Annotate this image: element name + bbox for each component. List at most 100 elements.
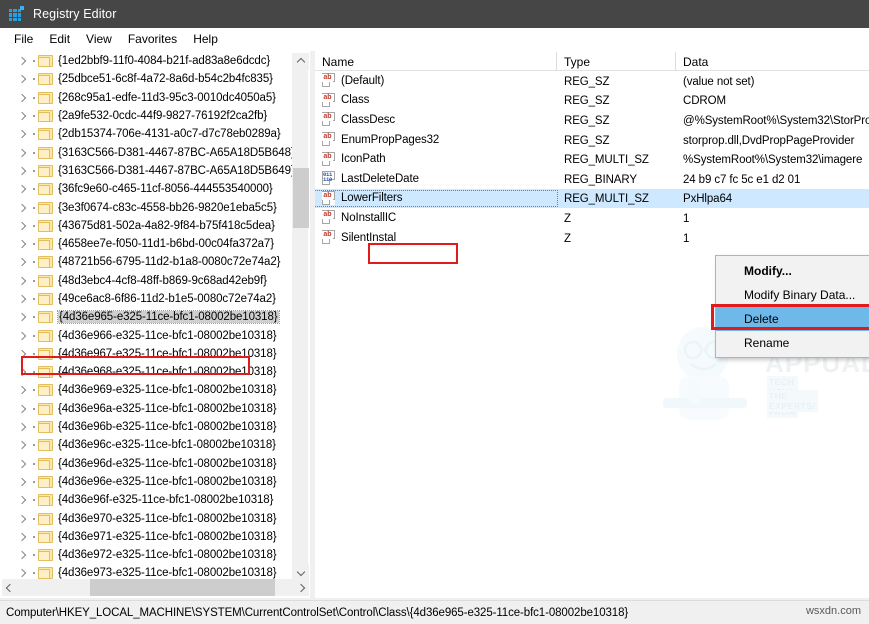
value-data-text: CDROM (683, 95, 726, 107)
chevron-right-icon[interactable] (15, 200, 31, 216)
chevron-right-icon[interactable] (15, 309, 31, 325)
chevron-right-icon[interactable] (15, 401, 31, 417)
chevron-right-icon[interactable] (15, 254, 31, 270)
scroll-right-icon[interactable] (294, 579, 310, 596)
folder-icon (38, 566, 54, 580)
tree-item[interactable]: {4d36e96a-e325-11ce-bfc1-08002be10318} (1, 400, 295, 418)
value-row[interactable]: 011110LastDeleteDateREG_BINARY24 b9 c7 f… (315, 169, 869, 189)
tree-item[interactable]: {268c95a1-edfe-11d3-95c3-0010dc4050a5} (1, 89, 295, 107)
tree-item[interactable]: {48d3ebc4-4cf8-48ff-b869-9c68ad42eb9f} (1, 272, 295, 290)
tree-item[interactable]: {36fc9e60-c465-11cf-8056-444553540000} (1, 180, 295, 198)
chevron-right-icon[interactable] (15, 328, 31, 344)
tree-item[interactable]: {4d36e96c-e325-11ce-bfc1-08002be10318} (1, 436, 295, 454)
value-row[interactable]: abClassDescREG_SZ@%SystemRoot%\System32\… (315, 110, 869, 130)
tree-connector-dots (31, 309, 38, 325)
tree-item[interactable]: {4d36e96f-e325-11ce-bfc1-08002be10318} (1, 491, 295, 509)
tree-item[interactable]: {4d36e967-e325-11ce-bfc1-08002be10318} (1, 345, 295, 363)
value-name-text: IconPath (341, 153, 386, 165)
tree-item[interactable]: {4d36e966-e325-11ce-bfc1-08002be10318} (1, 326, 295, 344)
chevron-right-icon[interactable] (15, 126, 31, 142)
chevron-right-icon[interactable] (15, 511, 31, 527)
tree-item-label: {1ed2bbf9-11f0-4084-b21f-ad83a8e6dcdc} (58, 55, 270, 67)
tree-item[interactable]: {48721b56-6795-11d2-b1a8-0080c72e74a2} (1, 253, 295, 271)
chevron-right-icon[interactable] (15, 456, 31, 472)
context-menu-item-modify[interactable]: Modify... (716, 259, 869, 283)
chevron-right-icon[interactable] (15, 218, 31, 234)
scroll-left-icon[interactable] (2, 579, 18, 596)
tree-vertical-scrollbar[interactable] (292, 53, 308, 581)
tree-horizontal-scrollbar[interactable] (2, 579, 310, 596)
chevron-right-icon[interactable] (15, 291, 31, 307)
tree-item[interactable]: {4d36e968-e325-11ce-bfc1-08002be10318} (1, 363, 295, 381)
context-menu-item-rename[interactable]: Rename (716, 331, 869, 355)
value-row[interactable]: ab(Default)REG_SZ(value not set) (315, 71, 869, 91)
chevron-right-icon[interactable] (15, 273, 31, 289)
column-header-name[interactable]: Name (315, 52, 557, 71)
context-menu[interactable]: Modify... Modify Binary Data... Delete R… (715, 255, 869, 358)
tree-item[interactable]: {25dbce51-6c8f-4a72-8a6d-b54c2b4fc835} (1, 70, 295, 88)
tree-item[interactable]: {4d36e973-e325-11ce-bfc1-08002be10318} (1, 564, 295, 580)
tree-hscroll-thumb[interactable] (90, 579, 275, 596)
registry-tree[interactable]: {1ed2bbf9-11f0-4084-b21f-ad83a8e6dcdc} {2… (1, 52, 295, 580)
tree-item[interactable]: {4d36e96d-e325-11ce-bfc1-08002be10318} (1, 455, 295, 473)
menu-favorites[interactable]: Favorites (120, 30, 185, 48)
chevron-right-icon[interactable] (15, 163, 31, 179)
chevron-right-icon[interactable] (15, 145, 31, 161)
value-row[interactable]: abNoInstallICZ1 (315, 208, 869, 228)
chevron-right-icon[interactable] (15, 419, 31, 435)
chevron-right-icon[interactable] (15, 529, 31, 545)
chevron-right-icon[interactable] (15, 474, 31, 490)
chevron-right-icon[interactable] (15, 90, 31, 106)
tree-item-selected[interactable]: {4d36e965-e325-11ce-bfc1-08002be10318} (1, 308, 295, 326)
chevron-right-icon[interactable] (15, 53, 31, 69)
menu-file[interactable]: File (6, 30, 41, 48)
menu-edit[interactable]: Edit (41, 30, 78, 48)
tree-item[interactable]: {4d36e971-e325-11ce-bfc1-08002be10318} (1, 528, 295, 546)
menu-help[interactable]: Help (185, 30, 226, 48)
tree-item[interactable]: {4658ee7e-f050-11d1-b6bd-00c04fa372a7} (1, 235, 295, 253)
tree-item[interactable]: {4d36e972-e325-11ce-bfc1-08002be10318} (1, 546, 295, 564)
chevron-right-icon[interactable] (15, 382, 31, 398)
value-row-selected[interactable]: abLowerFiltersREG_MULTI_SZPxHlpa64 (315, 189, 869, 209)
scroll-up-icon[interactable] (293, 53, 309, 70)
chevron-right-icon[interactable] (15, 236, 31, 252)
chevron-right-icon[interactable] (15, 346, 31, 362)
string-value-icon: ab (322, 152, 336, 167)
tree-item[interactable]: {49ce6ac8-6f86-11d2-b1e5-0080c72e74a2} (1, 290, 295, 308)
tree-item[interactable]: {4d36e96b-e325-11ce-bfc1-08002be10318} (1, 418, 295, 436)
value-name-cell: abLowerFilters (315, 191, 557, 206)
tree-item[interactable]: {4d36e96e-e325-11ce-bfc1-08002be10318} (1, 473, 295, 491)
menu-view[interactable]: View (78, 30, 120, 48)
window-title: Registry Editor (33, 7, 116, 21)
registry-values-list[interactable]: ab(Default)REG_SZ(value not set)abClassR… (315, 71, 869, 247)
chevron-right-icon[interactable] (15, 565, 31, 580)
tree-item[interactable]: {2db15374-706e-4131-a0c7-d7c78eb0289a} (1, 125, 295, 143)
chevron-right-icon[interactable] (15, 492, 31, 508)
value-row[interactable]: abEnumPropPages32REG_SZstorprop.dll,DvdP… (315, 130, 869, 150)
column-header-data[interactable]: Data (676, 52, 869, 71)
tree-item[interactable]: {3e3f0674-c83c-4558-bb26-9820e1eba5c5} (1, 198, 295, 216)
context-menu-item-delete[interactable]: Delete (716, 307, 869, 331)
chevron-right-icon[interactable] (15, 437, 31, 453)
string-value-icon: ab (322, 93, 336, 108)
chevron-right-icon[interactable] (15, 71, 31, 87)
tree-item[interactable]: {3163C566-D381-4467-87BC-A65A18D5B648} (1, 143, 295, 161)
tree-vscroll-thumb[interactable] (293, 168, 309, 228)
chevron-right-icon[interactable] (15, 364, 31, 380)
value-name-cell: ab(Default) (315, 73, 557, 88)
value-row[interactable]: abSilentInstalZ1 (315, 228, 869, 248)
chevron-right-icon[interactable] (15, 108, 31, 124)
chevron-right-icon[interactable] (15, 181, 31, 197)
value-name-text: (Default) (341, 75, 384, 87)
tree-item[interactable]: {43675d81-502a-4a82-9f84-b75f418c5dea} (1, 217, 295, 235)
value-row[interactable]: abIconPathREG_MULTI_SZ%SystemRoot%\Syste… (315, 149, 869, 169)
column-header-type[interactable]: Type (557, 52, 676, 71)
tree-item[interactable]: {4d36e969-e325-11ce-bfc1-08002be10318} (1, 381, 295, 399)
tree-item[interactable]: {3163C566-D381-4467-87BC-A65A18D5B649} (1, 162, 295, 180)
tree-item[interactable]: {1ed2bbf9-11f0-4084-b21f-ad83a8e6dcdc} (1, 52, 295, 70)
tree-item[interactable]: {4d36e970-e325-11ce-bfc1-08002be10318} (1, 509, 295, 527)
chevron-right-icon[interactable] (15, 547, 31, 563)
tree-item[interactable]: {2a9fe532-0cdc-44f9-9827-76192f2ca2fb} (1, 107, 295, 125)
value-row[interactable]: abClassREG_SZCDROM (315, 91, 869, 111)
context-menu-item-modify-binary-data[interactable]: Modify Binary Data... (716, 283, 869, 307)
